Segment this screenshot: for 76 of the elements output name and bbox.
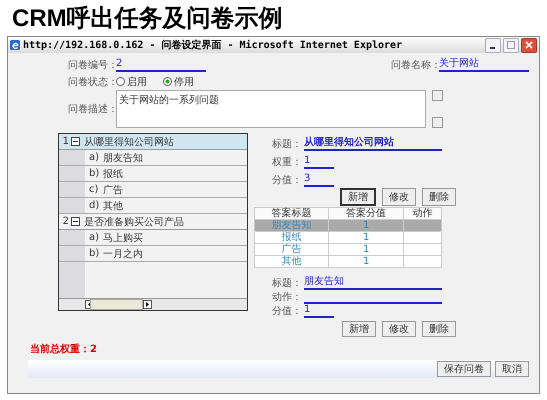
slide-title: CRM呼出任务及问卷示例 — [11, 4, 284, 34]
table-row[interactable]: 报纸 1 — [254, 232, 442, 244]
answer-text: 报纸 — [103, 168, 123, 180]
close-icon — [525, 41, 533, 49]
radio-option[interactable]: 停用 — [163, 74, 194, 88]
minimize-button[interactable] — [485, 38, 501, 52]
title-field[interactable]: 从哪里得知公司网站 — [304, 137, 442, 151]
question-row[interactable]: 2 是否准备购买公司产品 — [59, 214, 247, 230]
field-label: 分值： — [272, 174, 302, 187]
form-button[interactable]: 删除 — [422, 188, 456, 206]
answer-letter: a) — [89, 152, 100, 163]
column-header: 答案标题 — [254, 208, 329, 220]
footer-button[interactable]: 保存问卷 — [437, 361, 491, 377]
answer-letter: b) — [89, 168, 100, 179]
field-label: 权重： — [272, 156, 302, 169]
scroll-thumb[interactable] — [90, 299, 144, 310]
collapse-icon[interactable] — [71, 137, 80, 146]
table-cell: 其他 — [254, 256, 329, 268]
answer-text: 广告 — [103, 184, 123, 196]
answer-text: 朋友告知 — [103, 152, 143, 164]
answer-text: 马上购买 — [103, 232, 143, 244]
answer-letter: a) — [89, 232, 100, 243]
score-field[interactable]: 3 — [304, 173, 334, 187]
tree-gutter-cell — [59, 150, 85, 165]
form-button[interactable]: 新增 — [342, 321, 376, 337]
footer-button[interactable]: 取消 — [495, 361, 529, 377]
table-row[interactable]: 其他 1 — [254, 256, 442, 268]
field-label: 动作： — [272, 291, 302, 304]
browser-icon — [10, 40, 20, 50]
window-title: http://192.168.0.162 - 问卷设定界面 - Microsoft Internet Explorer — [23, 38, 404, 52]
field-label: 分值： — [272, 305, 302, 318]
tree-gutter-cell — [59, 230, 85, 245]
column-header: 动作 — [403, 208, 442, 220]
form-button[interactable]: 删除 — [422, 321, 456, 337]
table-cell: 1 — [328, 256, 404, 268]
field-label: 标题： — [272, 276, 302, 290]
form-button[interactable]: 修改 — [382, 321, 416, 337]
form-button[interactable]: 新增 — [340, 188, 376, 206]
weight-field[interactable]: 1 — [304, 155, 334, 169]
tree-gutter-cell — [59, 198, 85, 213]
close-button[interactable] — [521, 38, 537, 52]
answer-letter: c) — [89, 184, 100, 195]
horizontal-scrollbar[interactable] — [59, 298, 247, 310]
resize-handle[interactable] — [432, 117, 443, 128]
description-field[interactable]: 关于网站的一系列问题 — [116, 90, 426, 128]
question-number: 2 — [62, 216, 69, 227]
question-row[interactable]: 1 从哪里得知公司网站 — [59, 134, 247, 150]
question-number: 1 — [62, 136, 69, 147]
column-header: 答案分值 — [328, 208, 404, 220]
tree-gutter-cell — [59, 246, 85, 261]
maximize-icon — [507, 41, 515, 49]
table-cell: 1 — [328, 232, 404, 244]
answer-letter: d) — [89, 200, 100, 211]
collapse-icon[interactable] — [71, 217, 80, 226]
answer-score-field[interactable]: 1 — [304, 304, 334, 318]
table-cell: 1 — [328, 220, 404, 232]
total-weight-text: 当前总权重：2 — [30, 342, 98, 356]
table-cell: 广告 — [254, 244, 329, 256]
answer-text: 一月之内 — [103, 248, 143, 260]
radio-option[interactable]: 启用 — [116, 74, 147, 88]
field-label: 标题： — [272, 138, 302, 151]
question-text: 是否准备购买公司产品 — [84, 216, 184, 228]
table-row[interactable]: 广告 1 — [254, 244, 442, 256]
answer-title-field[interactable]: 朋友告知 — [304, 276, 442, 290]
name-field[interactable]: 关于网站 — [439, 58, 529, 72]
table-cell: 报纸 — [254, 232, 329, 244]
form-button[interactable]: 修改 — [382, 188, 416, 206]
answer-text: 其他 — [103, 200, 123, 212]
answer-letter: b) — [89, 248, 100, 259]
question-text: 从哪里得知公司网站 — [84, 136, 174, 148]
number-field[interactable]: 2 — [116, 58, 206, 72]
tree-gutter-cell — [59, 262, 85, 298]
table-cell: 朋友告知 — [254, 220, 329, 232]
tree-gutter-cell — [59, 182, 85, 197]
table-cell: 1 — [328, 244, 404, 256]
tree-gutter-cell — [59, 166, 85, 181]
